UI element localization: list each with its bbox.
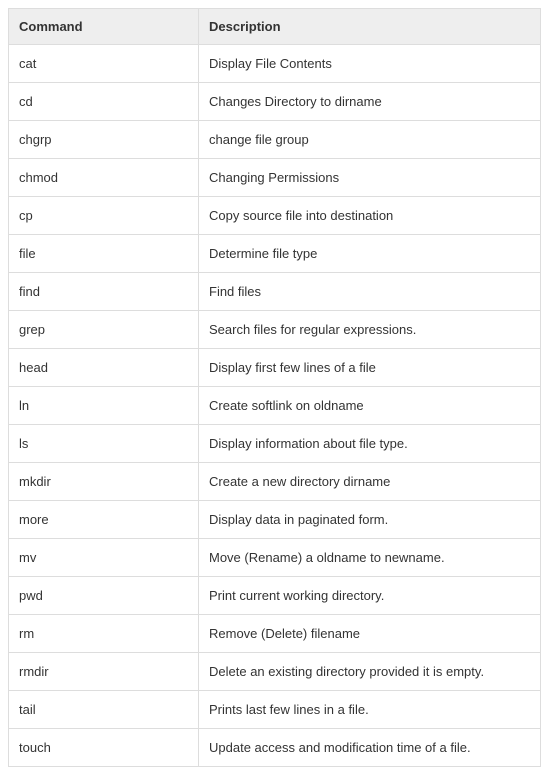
cell-command: more	[9, 501, 199, 539]
cell-description: Display File Contents	[199, 45, 541, 83]
cell-description: Changes Directory to dirname	[199, 83, 541, 121]
cell-command: file	[9, 235, 199, 273]
table-row: headDisplay first few lines of a file	[9, 349, 541, 387]
cell-command: cp	[9, 197, 199, 235]
table-row: moreDisplay data in paginated form.	[9, 501, 541, 539]
cell-description: Create softlink on oldname	[199, 387, 541, 425]
table-row: cpCopy source file into destination	[9, 197, 541, 235]
cell-description: Display information about file type.	[199, 425, 541, 463]
cell-description: change file group	[199, 121, 541, 159]
table-row: lsDisplay information about file type.	[9, 425, 541, 463]
cell-command: head	[9, 349, 199, 387]
table-row: rmdirDelete an existing directory provid…	[9, 653, 541, 691]
cell-command: grep	[9, 311, 199, 349]
table-row: lnCreate softlink on oldname	[9, 387, 541, 425]
table-row: chgrpchange file group	[9, 121, 541, 159]
cell-command: mv	[9, 539, 199, 577]
table-row: rmRemove (Delete) filename	[9, 615, 541, 653]
cell-command: find	[9, 273, 199, 311]
cell-command: tail	[9, 691, 199, 729]
table-row: grepSearch files for regular expressions…	[9, 311, 541, 349]
cell-description: Print current working directory.	[199, 577, 541, 615]
cell-command: cat	[9, 45, 199, 83]
table-row: chmodChanging Permissions	[9, 159, 541, 197]
cell-description: Create a new directory dirname	[199, 463, 541, 501]
cell-description: Search files for regular expressions.	[199, 311, 541, 349]
table-row: mkdirCreate a new directory dirname	[9, 463, 541, 501]
cell-command: pwd	[9, 577, 199, 615]
cell-command: chgrp	[9, 121, 199, 159]
cell-command: rmdir	[9, 653, 199, 691]
table-row: tailPrints last few lines in a file.	[9, 691, 541, 729]
header-description: Description	[199, 9, 541, 45]
cell-description: Determine file type	[199, 235, 541, 273]
table-header-row: Command Description	[9, 9, 541, 45]
cell-description: Remove (Delete) filename	[199, 615, 541, 653]
cell-command: chmod	[9, 159, 199, 197]
cell-description: Changing Permissions	[199, 159, 541, 197]
table-row: cdChanges Directory to dirname	[9, 83, 541, 121]
header-command: Command	[9, 9, 199, 45]
cell-description: Move (Rename) a oldname to newname.	[199, 539, 541, 577]
command-table: Command Description catDisplay File Cont…	[8, 8, 541, 767]
cell-description: Display data in paginated form.	[199, 501, 541, 539]
cell-command: ls	[9, 425, 199, 463]
cell-command: ln	[9, 387, 199, 425]
table-row: findFind files	[9, 273, 541, 311]
cell-description: Find files	[199, 273, 541, 311]
cell-description: Update access and modification time of a…	[199, 729, 541, 767]
cell-description: Copy source file into destination	[199, 197, 541, 235]
table-row: pwdPrint current working directory.	[9, 577, 541, 615]
cell-description: Prints last few lines in a file.	[199, 691, 541, 729]
cell-description: Delete an existing directory provided it…	[199, 653, 541, 691]
cell-description: Display first few lines of a file	[199, 349, 541, 387]
cell-command: mkdir	[9, 463, 199, 501]
table-row: fileDetermine file type	[9, 235, 541, 273]
cell-command: cd	[9, 83, 199, 121]
cell-command: touch	[9, 729, 199, 767]
table-row: mvMove (Rename) a oldname to newname.	[9, 539, 541, 577]
table-row: touchUpdate access and modification time…	[9, 729, 541, 767]
cell-command: rm	[9, 615, 199, 653]
table-row: catDisplay File Contents	[9, 45, 541, 83]
